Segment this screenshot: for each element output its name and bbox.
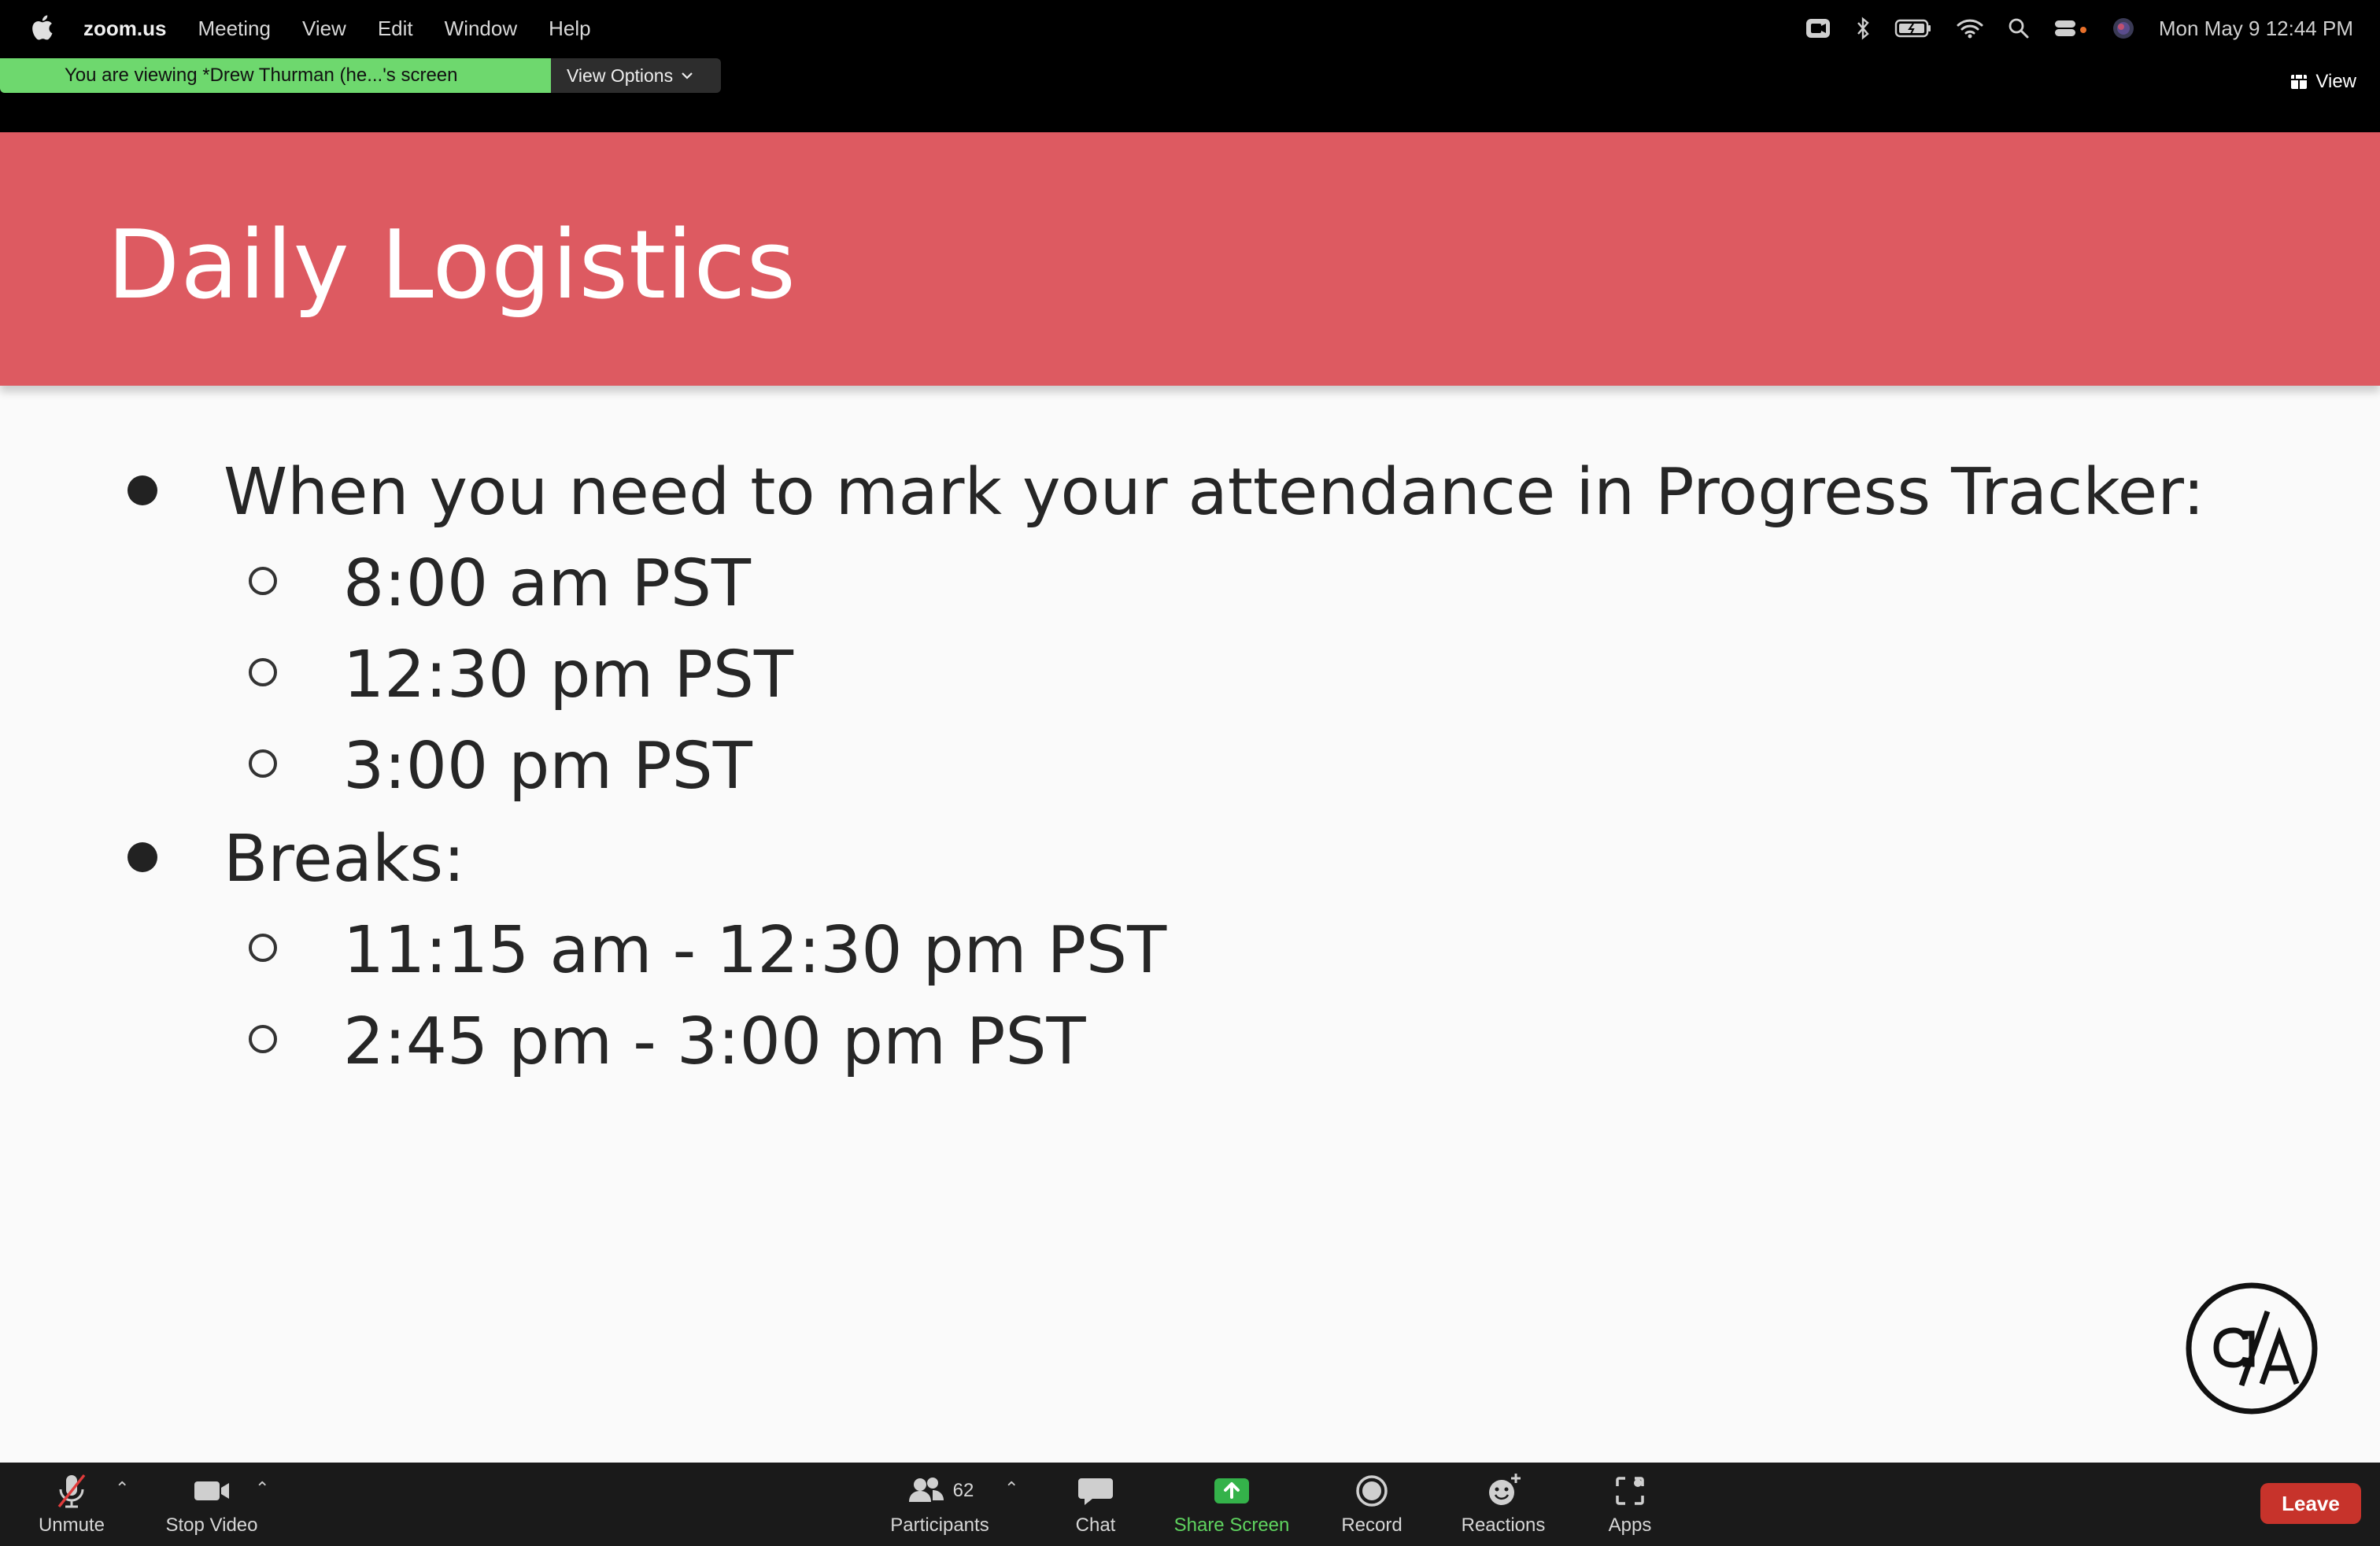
control-center-icon[interactable] bbox=[2053, 17, 2088, 39]
video-camera-icon bbox=[194, 1481, 229, 1500]
status-area: Mon May 9 12:44 PM bbox=[1805, 0, 2353, 57]
slide-title: Daily Logistics bbox=[107, 211, 796, 320]
spotlight-search-icon[interactable] bbox=[2008, 17, 2030, 39]
apps-icon bbox=[1616, 1477, 1644, 1505]
record-button[interactable]: Record bbox=[1338, 1472, 1406, 1537]
stop-video-button[interactable]: Stop Video bbox=[161, 1472, 263, 1537]
zoom-status-icon[interactable] bbox=[1805, 17, 1831, 40]
hollow-bullet-icon bbox=[249, 1025, 277, 1053]
bullet-text: When you need to mark your attendance in… bbox=[224, 455, 2205, 530]
participants-label: Participants bbox=[890, 1515, 989, 1536]
bullet-dot-icon bbox=[128, 475, 157, 505]
share-screen-icon bbox=[1214, 1478, 1249, 1503]
stop-video-label: Stop Video bbox=[165, 1515, 258, 1536]
menu-meeting[interactable]: Meeting bbox=[198, 17, 271, 41]
participants-icon bbox=[908, 1478, 944, 1502]
participants-count: 62 bbox=[952, 1480, 974, 1501]
smiley-reaction-icon bbox=[1489, 1474, 1521, 1505]
siri-icon[interactable] bbox=[2112, 17, 2135, 40]
video-options-caret-icon[interactable]: ⌃ bbox=[255, 1478, 269, 1499]
record-label: Record bbox=[1341, 1515, 1402, 1536]
apps-button[interactable]: Apps bbox=[1606, 1472, 1654, 1537]
view-options-label: View Options bbox=[567, 65, 674, 86]
sub-bullet-text: 2:45 pm - 3:00 pm PST bbox=[343, 1004, 1086, 1079]
menu-edit[interactable]: Edit bbox=[378, 17, 413, 41]
chat-bubble-icon bbox=[1078, 1478, 1113, 1505]
share-screen-label: Share Screen bbox=[1173, 1515, 1290, 1536]
menu-view[interactable]: View bbox=[302, 17, 346, 41]
wifi-icon[interactable] bbox=[1956, 17, 1984, 39]
battery-icon[interactable] bbox=[1894, 18, 1932, 39]
unmute-label: Unmute bbox=[38, 1515, 105, 1536]
muted-microphone-icon bbox=[57, 1474, 86, 1508]
slide-header: Daily Logistics bbox=[0, 132, 2380, 386]
app-academy-logo-icon bbox=[2186, 1282, 2318, 1415]
bullet-dot-icon bbox=[128, 842, 157, 872]
sub-bullet-text: 8:00 am PST bbox=[343, 546, 751, 621]
screen-share-banner-text: You are viewing *Drew Thurman (he...'s s… bbox=[65, 65, 458, 86]
participants-button[interactable]: 62 Participants bbox=[885, 1472, 995, 1537]
menu-window[interactable]: Window bbox=[445, 17, 517, 41]
hollow-bullet-icon bbox=[249, 749, 277, 778]
menu-help[interactable]: Help bbox=[549, 17, 590, 41]
hollow-bullet-icon bbox=[249, 567, 277, 595]
shared-screen-slide: Daily Logistics When you need to mark yo… bbox=[0, 132, 2380, 1463]
menu-bar-clock[interactable]: Mon May 9 12:44 PM bbox=[2159, 17, 2353, 41]
screen-share-banner: You are viewing *Drew Thurman (he...'s s… bbox=[0, 58, 551, 93]
menu-app-zoom[interactable]: zoom.us bbox=[83, 17, 166, 41]
leave-button[interactable]: Leave bbox=[2260, 1483, 2361, 1524]
macos-menu-bar: zoom.us Meeting View Edit Window Help Mo… bbox=[0, 0, 2380, 57]
record-icon bbox=[1356, 1475, 1388, 1507]
sub-bullet-text: 12:30 pm PST bbox=[343, 638, 793, 712]
unmute-button[interactable]: Unmute bbox=[33, 1472, 110, 1537]
bullet-text: Breaks: bbox=[224, 822, 465, 897]
bluetooth-icon[interactable] bbox=[1855, 17, 1871, 40]
hollow-bullet-icon bbox=[249, 658, 277, 686]
meeting-controls-toolbar: Unmute ⌃ Stop Video ⌃ 62 Participants ⌃ … bbox=[0, 1463, 2380, 1546]
view-grid-icon bbox=[2291, 75, 2308, 89]
view-button-label: View bbox=[2315, 71, 2356, 92]
participants-options-caret-icon[interactable]: ⌃ bbox=[1004, 1478, 1018, 1499]
sub-bullet-text: 11:15 am - 12:30 pm PST bbox=[343, 913, 1167, 988]
chevron-down-icon bbox=[682, 72, 693, 80]
sub-bullet-text: 3:00 pm PST bbox=[343, 729, 752, 804]
chat-label: Chat bbox=[1075, 1515, 1116, 1536]
menu-items: zoom.us Meeting View Edit Window Help bbox=[83, 0, 623, 57]
audio-options-caret-icon[interactable]: ⌃ bbox=[115, 1478, 129, 1499]
hollow-bullet-icon bbox=[249, 934, 277, 962]
view-options-button[interactable]: View Options bbox=[551, 58, 721, 93]
reactions-label: Reactions bbox=[1461, 1515, 1546, 1536]
share-screen-button[interactable]: Share Screen bbox=[1171, 1472, 1292, 1537]
apps-label: Apps bbox=[1608, 1515, 1652, 1536]
apple-logo-icon[interactable] bbox=[30, 14, 54, 41]
chat-button[interactable]: Chat bbox=[1074, 1472, 1118, 1537]
view-button[interactable]: View bbox=[2290, 71, 2356, 93]
screen: { "menubar": { "app": "zoom.us", "items"… bbox=[0, 0, 2380, 1546]
reactions-button[interactable]: Reactions bbox=[1458, 1472, 1549, 1537]
